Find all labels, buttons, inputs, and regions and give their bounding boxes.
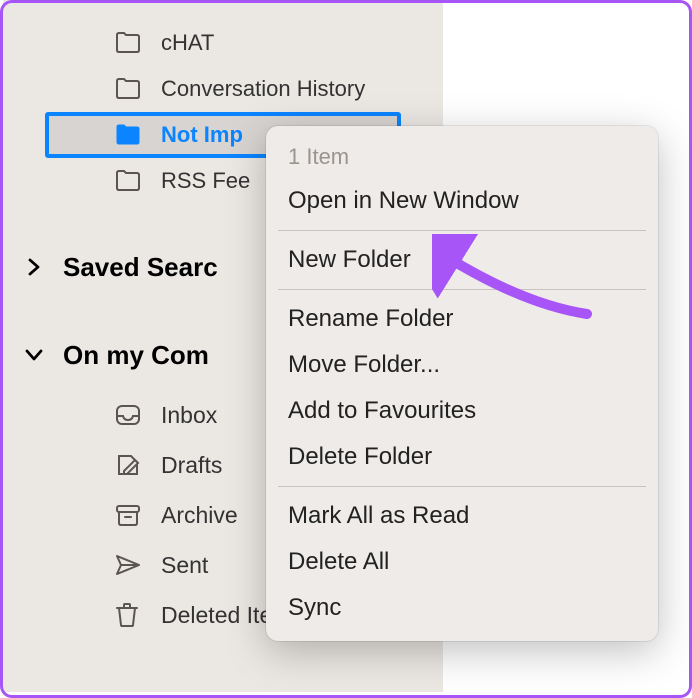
context-menu-header: 1 Item — [266, 136, 658, 178]
folder-icon — [115, 170, 143, 192]
menu-mark-all-read[interactable]: Mark All as Read — [266, 493, 658, 539]
item-label: Inbox — [161, 402, 217, 429]
archive-icon — [115, 503, 143, 527]
folder-label: Conversation History — [161, 76, 365, 102]
menu-open-new-window[interactable]: Open in New Window — [266, 178, 658, 224]
chevron-right-icon — [23, 258, 45, 276]
menu-rename-folder[interactable]: Rename Folder — [266, 296, 658, 342]
item-label: Archive — [161, 502, 238, 529]
folder-label: cHAT — [161, 30, 214, 56]
menu-separator — [278, 289, 646, 290]
drafts-icon — [115, 452, 143, 478]
menu-delete-folder[interactable]: Delete Folder — [266, 434, 658, 480]
chevron-down-icon — [23, 348, 45, 362]
menu-delete-all[interactable]: Delete All — [266, 539, 658, 585]
menu-move-folder[interactable]: Move Folder... — [266, 342, 658, 388]
trash-icon — [115, 602, 143, 628]
item-label: Drafts — [161, 452, 222, 479]
item-label: Sent — [161, 552, 208, 579]
section-label: On my Com — [63, 340, 209, 371]
folder-label: Not Imp — [161, 122, 243, 148]
menu-sync[interactable]: Sync — [266, 585, 658, 631]
folder-filled-icon — [115, 124, 143, 146]
sent-icon — [115, 553, 143, 577]
menu-separator — [278, 230, 646, 231]
menu-new-folder[interactable]: New Folder — [266, 237, 658, 283]
folder-icon — [115, 32, 143, 54]
section-label: Saved Searc — [63, 252, 218, 283]
folder-item-chat[interactable]: cHAT — [3, 20, 443, 66]
folder-icon — [115, 78, 143, 100]
context-menu: 1 Item Open in New Window New Folder Ren… — [266, 126, 658, 641]
menu-add-favourites[interactable]: Add to Favourites — [266, 388, 658, 434]
inbox-icon — [115, 403, 143, 427]
folder-label: RSS Fee — [161, 168, 250, 194]
menu-separator — [278, 486, 646, 487]
folder-item-conversation-history[interactable]: Conversation History — [3, 66, 443, 112]
